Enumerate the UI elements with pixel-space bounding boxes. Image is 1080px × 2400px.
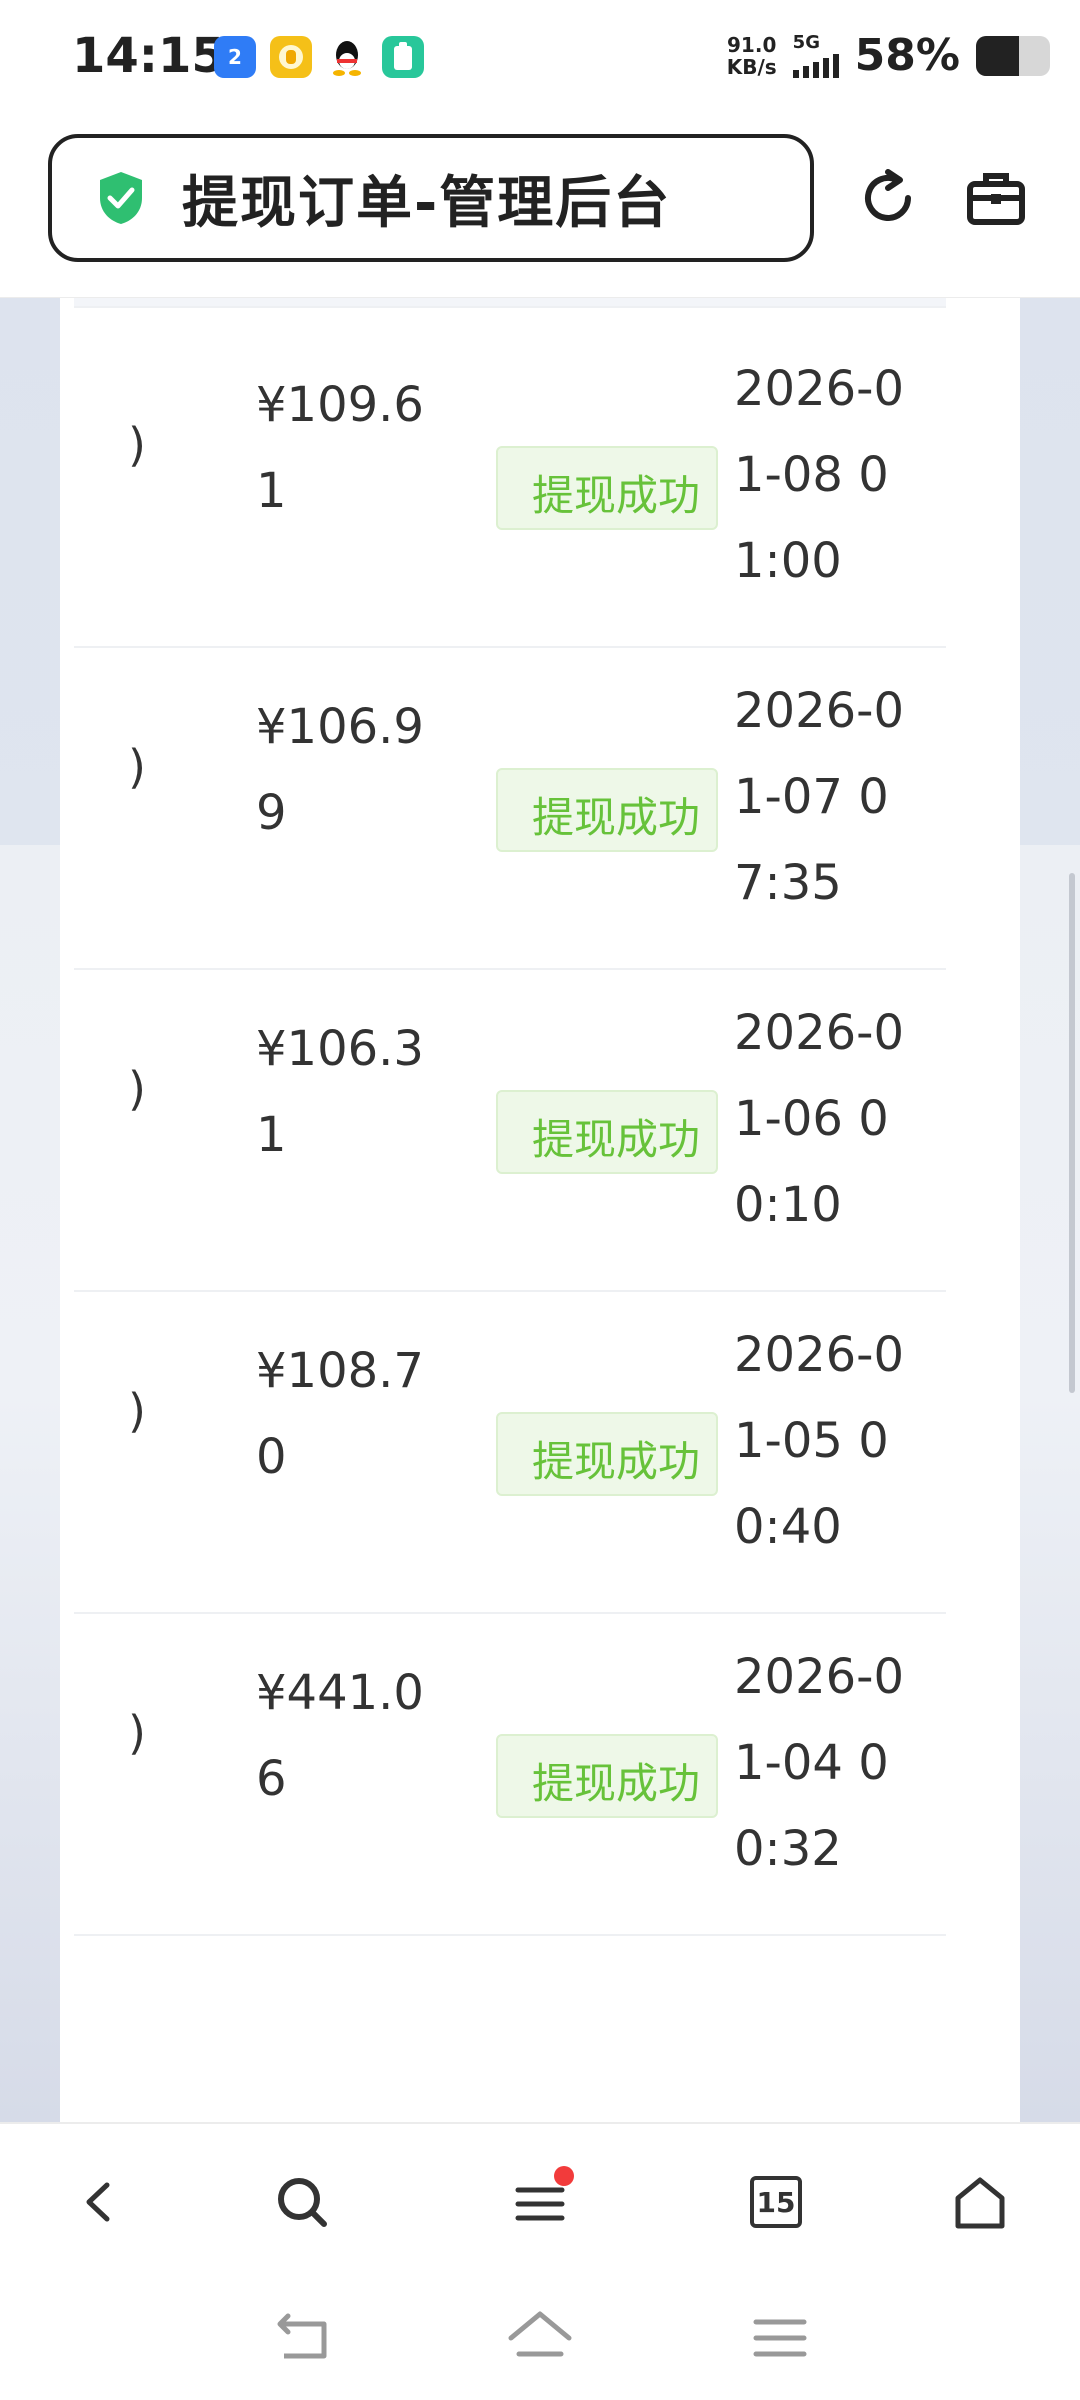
- battery-level: [976, 35, 1019, 76]
- order-amount-cell: ¥106.99: [256, 699, 424, 841]
- toolbox-icon: [967, 173, 1025, 225]
- order-id-cell: ): [128, 740, 146, 794]
- status-badge-label: 提现成功: [532, 1115, 701, 1164]
- system-nav-bar: [0, 2278, 1080, 2400]
- order-id-cell: ): [128, 1062, 146, 1116]
- address-bar[interactable]: 提现订单-管理后台: [48, 134, 814, 262]
- toolbox-button[interactable]: [958, 160, 1034, 236]
- browser-header: 提现订单-管理后台: [0, 120, 1080, 298]
- nfc-icon: 2: [214, 36, 256, 78]
- order-id-cell: ): [128, 418, 146, 472]
- shield-icon: [96, 170, 146, 226]
- order-time-cell: 2026-01-04 00:32: [734, 1649, 905, 1877]
- order-amount-cell: ¥441.06: [256, 1665, 424, 1807]
- table-row[interactable]: ) ¥108.70 提现成功 2026-01-05 00:40: [74, 1292, 946, 1614]
- status-time: 14:15: [72, 28, 225, 84]
- net-speed: 91.0 KB/s: [727, 34, 777, 78]
- status-bar: 14:15 2 91.0 KB/s 5G 58%: [0, 0, 1080, 120]
- battery-percent: 58%: [854, 30, 960, 81]
- status-badge-label: 提现成功: [532, 1437, 701, 1486]
- table-row[interactable]: ) ¥441.06 提现成功 2026-01-04 00:32: [74, 1614, 946, 1936]
- net-speed-value: 91.0: [727, 32, 777, 57]
- status-badge-label: 提现成功: [532, 471, 701, 520]
- status-badge: 提现成功: [496, 768, 718, 852]
- nfc-badge: 2: [228, 45, 242, 69]
- page-content[interactable]: )¥108.03提现成功1-09 08:17) ¥109.61 提现成功 2026-0…: [0, 298, 1080, 2122]
- status-badge: 提现成功: [496, 1412, 718, 1496]
- page-title: 提现订单-管理后台: [182, 170, 672, 236]
- battery-icon: [976, 35, 1050, 76]
- table-row[interactable]: ) ¥109.61 提现成功 2026-01-08 01:00: [74, 326, 946, 648]
- nav-home-icon: [508, 2311, 572, 2357]
- order-time-cell: 2026-01-05 00:40: [734, 1327, 905, 1555]
- status-badge: 提现成功: [496, 446, 718, 530]
- order-amount-cell: ¥106.31: [256, 1021, 424, 1163]
- nav-recents-button[interactable]: [740, 2298, 820, 2378]
- hand-icon: [270, 36, 312, 78]
- order-id-cell: ): [128, 1706, 146, 1760]
- green-app-icon: [382, 36, 424, 78]
- order-time-cell: 2026-01-07 07:35: [734, 683, 905, 911]
- net-speed-unit: KB/s: [726, 54, 777, 79]
- search-button[interactable]: [262, 2162, 342, 2242]
- order-time-cell: 2026-01-08 01:00: [734, 361, 905, 589]
- nav-back-icon: [277, 2313, 327, 2359]
- network-type: 5G: [792, 31, 820, 53]
- refresh-icon: [865, 169, 911, 221]
- search-icon: [278, 2178, 327, 2227]
- table-row[interactable]: ) ¥106.99 提现成功 2026-01-07 07:35: [74, 648, 946, 970]
- notification-dot: [554, 2166, 574, 2186]
- status-badge: 提现成功: [496, 1090, 718, 1174]
- home-icon: [955, 2177, 1005, 2229]
- refresh-button[interactable]: [850, 160, 926, 236]
- home-button[interactable]: [940, 2162, 1020, 2242]
- signal-indicator: 5G: [792, 31, 839, 78]
- status-app-icons: 2: [214, 36, 424, 78]
- status-badge-label: 提现成功: [532, 1759, 701, 1808]
- order-id-cell: ): [128, 1384, 146, 1438]
- tabs-button[interactable]: 15: [736, 2162, 816, 2242]
- scrollbar[interactable]: [1069, 873, 1075, 1393]
- order-amount-cell: ¥108.70: [256, 1343, 424, 1485]
- table-row[interactable]: ) ¥106.31 提现成功 2026-01-06 00:10: [74, 970, 946, 1292]
- order-time-cell: 2026-01-06 00:10: [734, 1005, 905, 1233]
- nav-back-button[interactable]: [262, 2298, 342, 2378]
- back-button[interactable]: [60, 2162, 140, 2242]
- table-row[interactable]: )¥108.03提现成功1-09 08:17: [74, 298, 946, 308]
- status-badge-label: 提现成功: [532, 793, 701, 842]
- qq-icon: [326, 36, 368, 78]
- back-icon: [86, 2182, 110, 2222]
- signal-bars-icon: [792, 53, 839, 78]
- nav-home-button[interactable]: [500, 2298, 580, 2378]
- browser-toolbar: 15: [0, 2122, 1080, 2278]
- status-badge: 提现成功: [496, 1734, 718, 1818]
- tabs-count: 15: [750, 2176, 802, 2228]
- menu-button[interactable]: [500, 2162, 580, 2242]
- nav-recents-icon: [753, 2319, 807, 2357]
- status-right: 91.0 KB/s 5G 58%: [727, 30, 1050, 81]
- order-amount-cell: ¥109.61: [256, 377, 424, 519]
